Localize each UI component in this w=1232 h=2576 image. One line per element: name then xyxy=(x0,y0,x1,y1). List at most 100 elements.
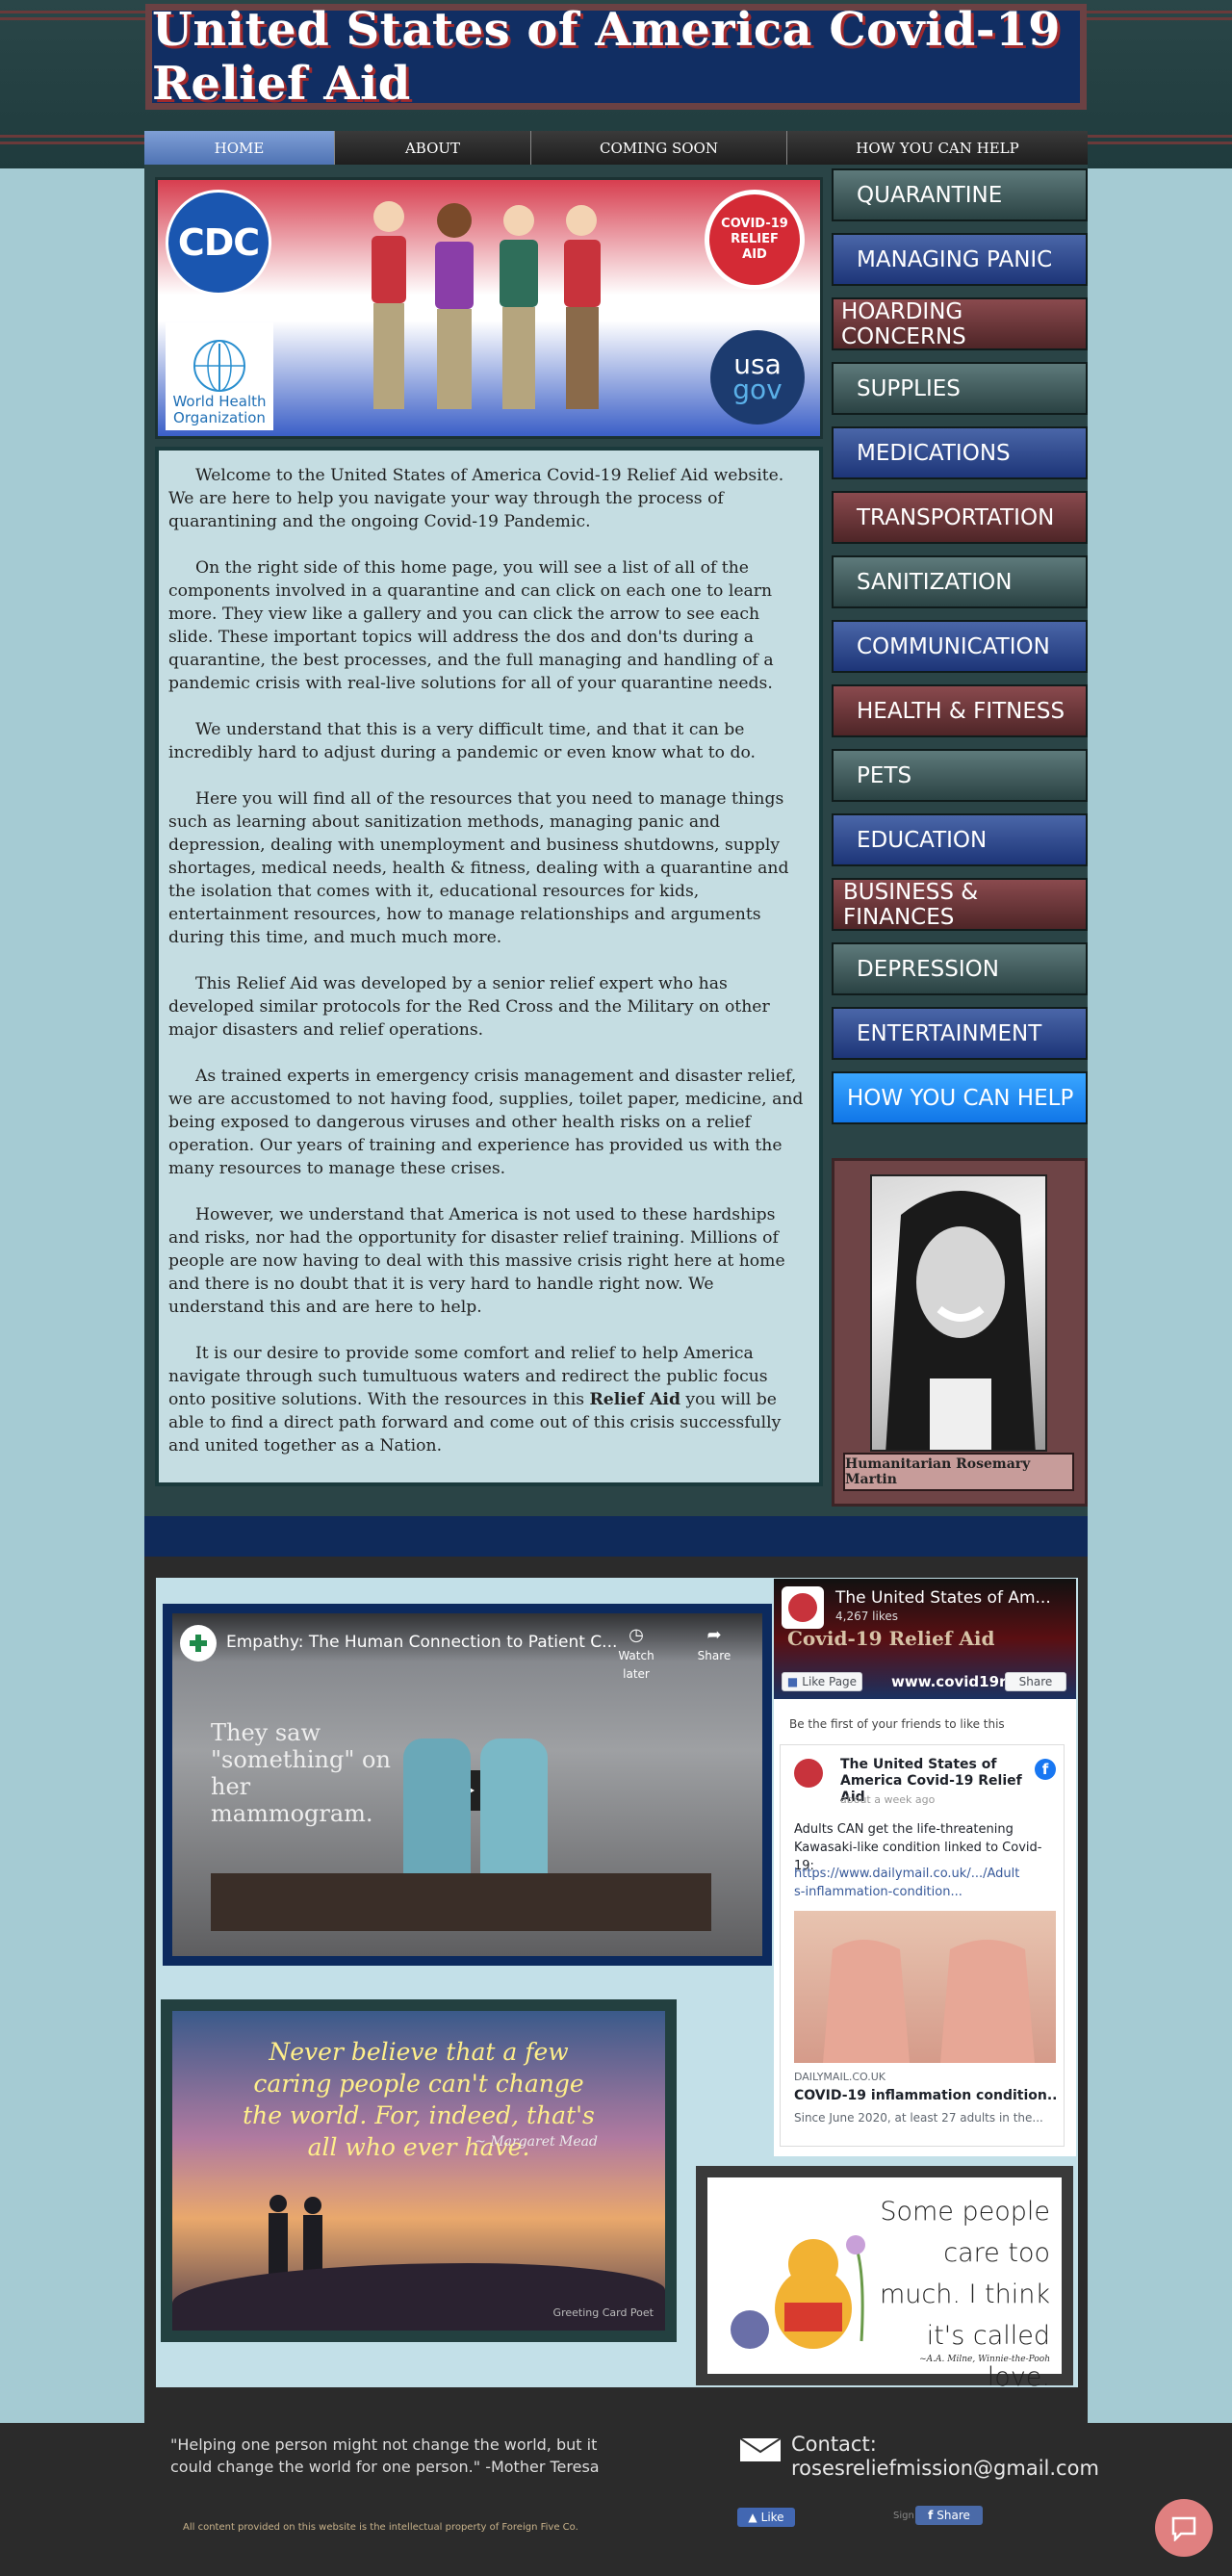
share-arrow-icon: ➦ xyxy=(706,1625,722,1645)
fb-link-title[interactable]: COVID-19 inflammation condition... xyxy=(794,2088,1056,2103)
profile-photo xyxy=(870,1174,1047,1452)
nav-home[interactable]: HOME xyxy=(144,131,335,165)
side-menu-pets[interactable]: PETS xyxy=(832,749,1088,802)
side-menu-how-you-can-help[interactable]: HOW YOU CAN HELP xyxy=(832,1071,1088,1124)
hands-image xyxy=(823,1940,1035,2063)
intro-paragraph: However, we understand that America is n… xyxy=(168,1205,785,1317)
fb-page-name[interactable]: The United States of Am... xyxy=(835,1588,1051,1608)
side-menu-depression[interactable]: DEPRESSION xyxy=(832,942,1088,995)
portrait-image xyxy=(886,1191,1036,1450)
fb-post-avatar[interactable] xyxy=(794,1759,823,1788)
facebook-icon: f xyxy=(1035,1759,1056,1780)
fb-f-icon: ■ xyxy=(786,1675,799,1688)
video-embed[interactable]: Empathy: The Human Connection to Patient… xyxy=(163,1604,772,1966)
intro-paragraph-last: It is our desire to provide some comfort… xyxy=(168,1342,808,1457)
side-menu-business-finances[interactable]: BUSINESS & FINANCES xyxy=(832,878,1088,931)
quote-card-milne-image: Some people care too much. I think it's … xyxy=(707,2177,1062,2392)
footer-copyright: All content provided on this website is … xyxy=(183,2522,578,2533)
hillside xyxy=(172,2263,665,2331)
who-logo-text: World Health Organization xyxy=(172,393,267,426)
video-scene-person xyxy=(480,1739,548,1873)
side-menu-health-fitness[interactable]: HEALTH & FITNESS xyxy=(832,684,1088,737)
winnie-the-pooh-illustration xyxy=(731,2235,865,2349)
side-menu-medications[interactable]: MEDICATIONS xyxy=(832,426,1088,479)
footer-sign-text: Sign xyxy=(893,2511,914,2521)
fb-post-link[interactable]: https://www.dailymail.co.uk/.../Adults-i… xyxy=(794,1865,1025,1901)
side-menu-quarantine[interactable]: QUARANTINE xyxy=(832,168,1088,221)
intro-paragraph: We understand that this is a very diffic… xyxy=(168,720,756,762)
video-scene-table xyxy=(211,1873,711,1931)
side-menu-hoarding-concerns[interactable]: HOARDING CONCERNS xyxy=(832,297,1088,350)
side-menu-communication[interactable]: COMMUNICATION xyxy=(832,620,1088,673)
quote-card-milne: Some people care too much. I think it's … xyxy=(696,2166,1073,2392)
intro-paragraph: Here you will find all of the resources … xyxy=(168,789,789,947)
side-menu-managing-panic[interactable]: MANAGING PANIC xyxy=(832,233,1088,286)
relief-aid-badge: COVID-19 RELIEF AID xyxy=(705,190,805,290)
fb-share-button[interactable]: Share xyxy=(1005,1672,1066,1691)
cdc-logo: CDC xyxy=(166,190,271,296)
site-title: United States of America Covid-19 Relief… xyxy=(152,3,1061,111)
video-frame: Empathy: The Human Connection to Patient… xyxy=(172,1613,762,1956)
nav-coming-soon[interactable]: COMING SOON xyxy=(531,131,787,165)
fb-post-time: about a week ago xyxy=(840,1793,936,1806)
share-label: Share xyxy=(697,1649,732,1662)
quote-milne-author: ~A.A. Milne, Winnie-the-Pooh xyxy=(919,2355,1050,2364)
video-overlay-text: They saw "something" on her mammogram. xyxy=(211,1719,391,1827)
quote-mead-credit: Greeting Card Poet xyxy=(552,2306,654,2319)
relief-aid-badge-text: COVID-19 RELIEF AID xyxy=(721,217,788,262)
fb-like-label: Like xyxy=(760,2511,784,2524)
facebook-f-icon: f xyxy=(928,2509,934,2522)
clock-icon: ◷ xyxy=(629,1625,644,1645)
relief-badge-icon xyxy=(788,1593,817,1622)
medical-cross-icon xyxy=(190,1635,207,1652)
main-nav: HOME ABOUT COMING SOON HOW YOU CAN HELP xyxy=(144,131,1088,165)
video-scene-person xyxy=(403,1739,471,1873)
intro-text-panel: Welcome to the United States of America … xyxy=(155,447,823,1486)
fb-likes-count: 4,267 likes xyxy=(835,1610,898,1623)
channel-avatar[interactable] xyxy=(180,1625,217,1662)
globe-icon xyxy=(193,340,245,392)
watch-later-label: Watch later xyxy=(618,1649,654,1681)
share-button[interactable]: ➦ Share xyxy=(690,1625,738,1663)
quote-card-mead: Never believe that a few caring people c… xyxy=(161,1999,677,2342)
chat-bubble-icon xyxy=(1171,2516,1196,2541)
contact-email[interactable]: rosesreliefmission@gmail.com xyxy=(791,2457,1099,2481)
cdc-logo-text: CDC xyxy=(177,221,260,264)
fb-like-button[interactable]: ▲ Like xyxy=(737,2508,795,2527)
intro-paragraph: This Relief Aid was developed by a senio… xyxy=(168,974,770,1040)
facebook-cover: The United States of Am... 4,267 likes C… xyxy=(774,1579,1076,1699)
nav-about[interactable]: ABOUT xyxy=(335,131,531,165)
side-menu-sanitization[interactable]: SANITIZATION xyxy=(832,555,1088,608)
contact-label: Contact: xyxy=(791,2433,877,2456)
nav-how-you-can-help[interactable]: HOW YOU CAN HELP xyxy=(787,131,1088,165)
fb-post-image[interactable] xyxy=(794,1911,1056,2063)
watch-later-button[interactable]: ◷ Watch later xyxy=(607,1625,665,1682)
chat-button[interactable] xyxy=(1155,2499,1213,2557)
relief-aid-emphasis: Relief Aid xyxy=(589,1390,680,1409)
side-menu-education[interactable]: EDUCATION xyxy=(832,813,1088,866)
who-logo: World Health Organization xyxy=(166,322,273,430)
footer-quote: "Helping one person might not change the… xyxy=(170,2435,600,2476)
fb-like-page-button[interactable]: ■ Like Page xyxy=(782,1672,862,1691)
volunteers-illustration xyxy=(372,201,601,409)
side-menu-transportation[interactable]: TRANSPORTATION xyxy=(832,491,1088,544)
video-title[interactable]: Empathy: The Human Connection to Patient… xyxy=(226,1633,617,1652)
fb-friends-text: Be the first of your friends to like thi… xyxy=(789,1717,1005,1731)
contact-block: Contact: rosesreliefmission@gmail.com xyxy=(791,2433,1099,2481)
thumbs-up-icon: ▲ xyxy=(748,2511,757,2524)
fb-cover-text: Covid-19 Relief Aid xyxy=(787,1627,995,1650)
fb-share-footer-button[interactable]: f Share xyxy=(915,2506,983,2525)
fb-link-desc: Since June 2020, at least 27 adults in t… xyxy=(794,2111,1043,2125)
quote-mead-author: ~ Margaret Mead xyxy=(475,2134,598,2150)
side-menu-entertainment[interactable]: ENTERTAINMENT xyxy=(832,1007,1088,1060)
section-divider xyxy=(144,1516,1088,1557)
intro-paragraph: On the right side of this home page, you… xyxy=(168,558,774,693)
fb-share-footer-label: Share xyxy=(937,2509,970,2522)
side-menu-supplies[interactable]: SUPPLIES xyxy=(832,362,1088,415)
intro-paragraph: Welcome to the United States of America … xyxy=(168,466,784,531)
fb-page-avatar[interactable] xyxy=(782,1586,824,1629)
hero-image: CDC World Health Organization COVID-19 R… xyxy=(155,177,823,439)
quote-milne-text: Some people care too much. I think it's … xyxy=(879,2197,1050,2392)
site-banner-inner: United States of America Covid-19 Relief… xyxy=(152,3,1080,111)
envelope-icon xyxy=(739,2437,782,2461)
